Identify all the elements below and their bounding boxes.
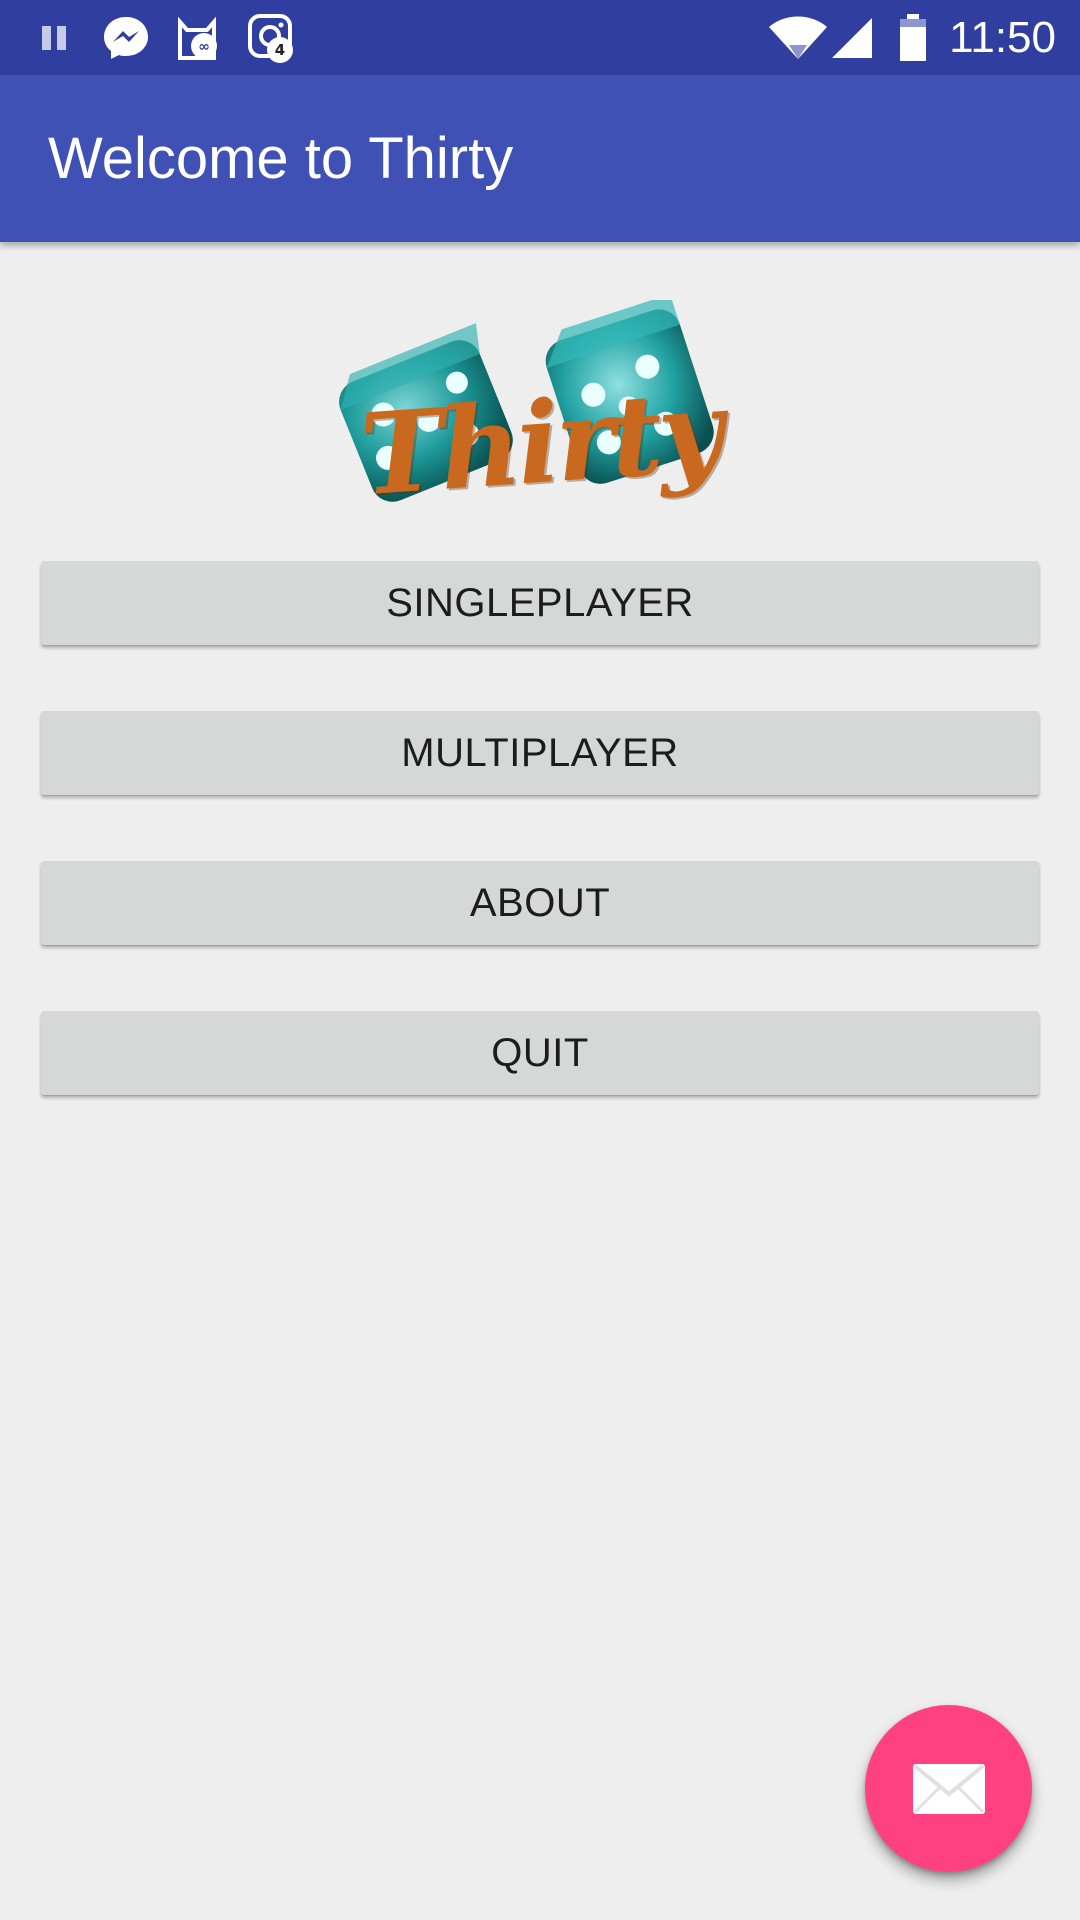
singleplayer-button[interactable]: SINGLEPLAYER — [41, 561, 1039, 645]
pause-icon — [36, 0, 72, 75]
cat-app-badge: ∞ — [198, 39, 210, 55]
multiplayer-button[interactable]: MULTIPLAYER — [41, 711, 1039, 795]
mail-fab-button[interactable] — [865, 1705, 1032, 1872]
thirty-logo: Thirty — [320, 300, 760, 535]
cell-signal-icon — [830, 0, 874, 75]
wifi-icon — [766, 0, 830, 75]
status-bar: ∞ 4 11:50 — [0, 0, 1080, 75]
main-screen: ∞ 4 11:50 Welcome to Thirty Thirty SINGL… — [0, 0, 1080, 1920]
app-bar: Welcome to Thirty — [0, 75, 1080, 242]
status-time: 11:50 — [949, 13, 1056, 62]
instagram-icon: 4 — [246, 0, 298, 75]
messenger-icon — [100, 0, 152, 75]
instagram-badge: 4 — [275, 41, 285, 59]
cat-app-icon: ∞ — [174, 0, 226, 75]
battery-icon — [896, 0, 930, 75]
about-button[interactable]: ABOUT — [41, 861, 1039, 945]
app-title: Welcome to Thirty — [48, 126, 514, 191]
quit-button[interactable]: QUIT — [41, 1011, 1039, 1095]
mail-icon — [912, 1763, 985, 1814]
